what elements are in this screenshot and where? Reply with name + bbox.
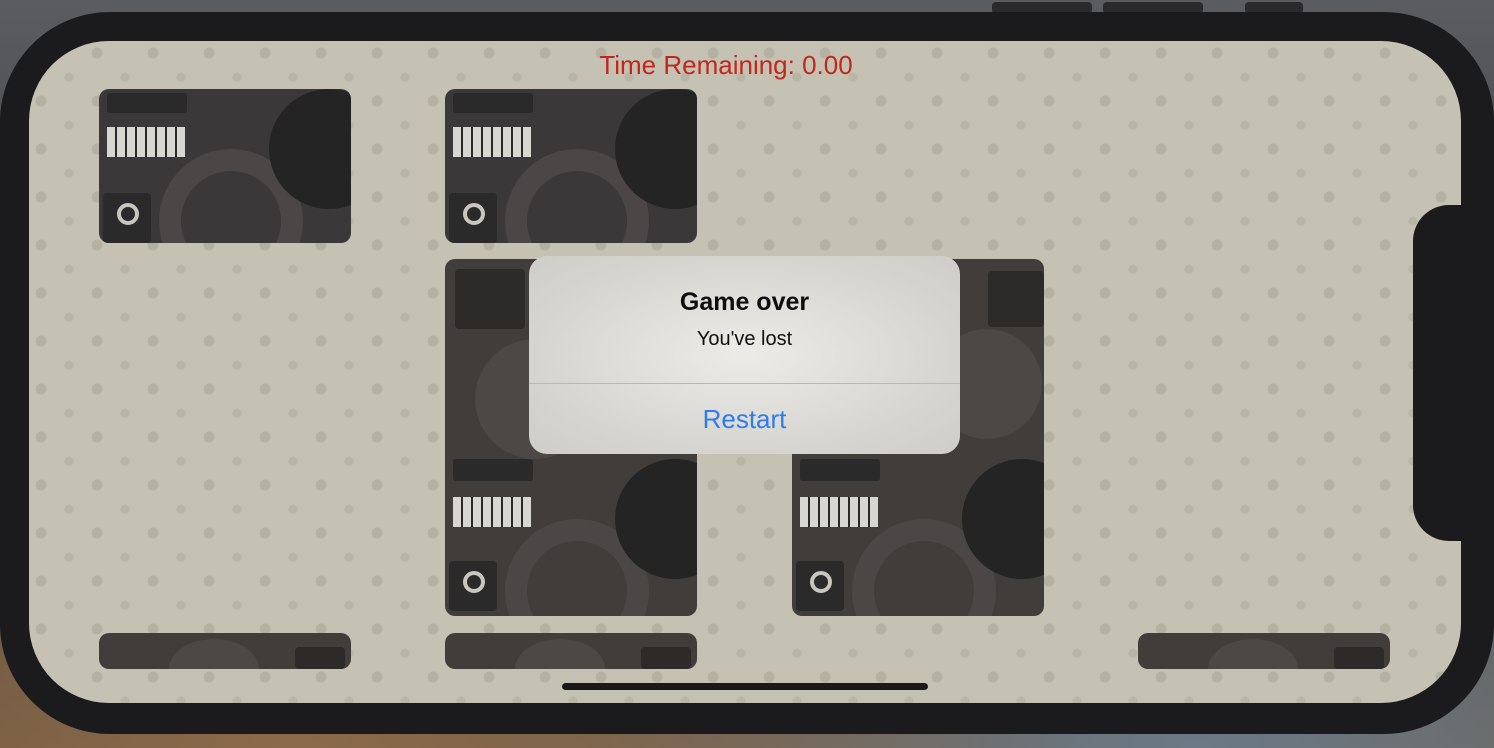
game-over-alert: Game over You've lost Restart	[529, 256, 960, 454]
card-tile[interactable]	[1138, 633, 1390, 669]
restart-button[interactable]: Restart	[529, 384, 960, 454]
camera-notch	[1413, 205, 1473, 541]
home-indicator[interactable]	[562, 683, 928, 690]
time-remaining-label: Time Remaining: 0.00	[599, 50, 853, 80]
alert-title: Game over	[679, 288, 810, 316]
card-tile[interactable]	[99, 89, 351, 243]
card-tile[interactable]	[445, 633, 697, 669]
card-tile[interactable]	[445, 89, 697, 243]
alert-message: You've lost	[696, 328, 793, 350]
card-tile[interactable]	[99, 633, 351, 669]
